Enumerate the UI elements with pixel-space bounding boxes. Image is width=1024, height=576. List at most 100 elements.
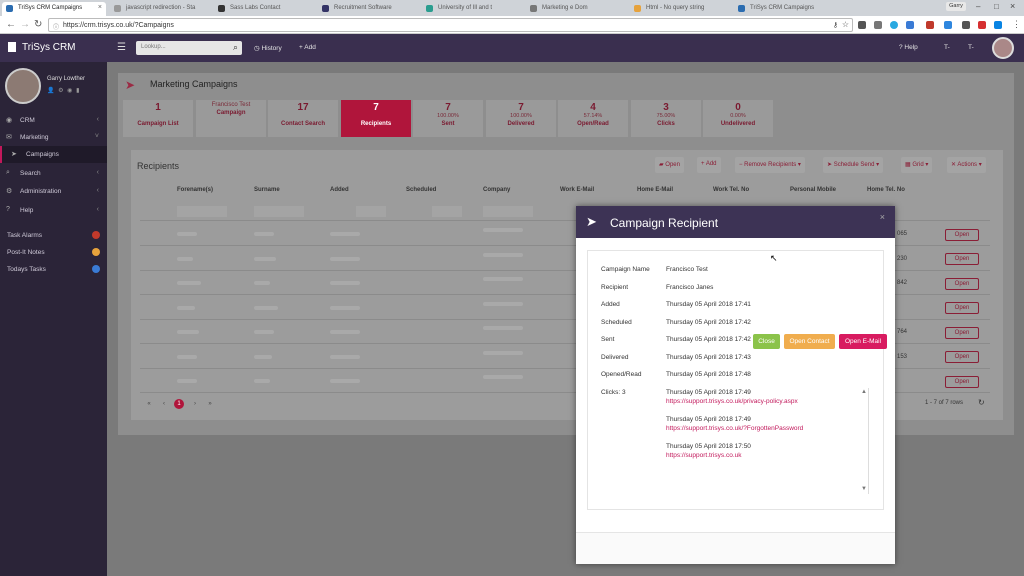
filter-input[interactable] [356,206,386,217]
column-header[interactable]: Home E-Mail [637,187,673,201]
back-arrow-icon[interactable]: ← [6,19,16,30]
tile-campaign[interactable]: Francisco Test Campaign [196,100,266,137]
scroll-up-icon[interactable]: ▲ [861,389,867,395]
close-icon[interactable]: × [880,212,885,222]
column-header[interactable]: Personal Mobile [790,187,836,201]
open-row-button[interactable]: Open [945,376,979,388]
url-input[interactable]: ⓘ https://crm.trisys.co.uk/?Campaigns ⚷ … [48,18,853,32]
column-header[interactable]: Added [330,187,349,201]
schedule-send-button[interactable]: ➤ Schedule Send ▾ [823,157,884,173]
browser-tab[interactable]: TriSys CRM Campaigns × [2,2,106,16]
user-status-icons[interactable]: 👤 ⚙ ◉ ▮ [47,87,80,94]
refresh-icon[interactable]: ↻ [978,398,985,407]
sidebar-item-search[interactable]: ⌕ Search ‹ [0,165,107,182]
history-link[interactable]: ◷ History [254,44,282,52]
search-icon[interactable]: ⌕ [233,42,238,53]
minimize-icon[interactable]: – [976,2,980,11]
browser-tab[interactable]: javascript redirection - Sta [110,2,214,16]
tile-campaign-list[interactable]: 1 Campaign List [123,100,193,137]
open-email-button[interactable]: Open E-Mail [839,334,887,349]
tile-recipients[interactable]: 7 Recipients [341,100,411,137]
browser-tab[interactable]: Sass Labs Contact [214,2,318,16]
hamburger-menu-icon[interactable]: ☰ [117,42,126,53]
extension-icon[interactable] [906,21,914,29]
open-row-button[interactable]: Open [945,327,979,339]
add-recipient-button[interactable]: + Add [697,157,721,173]
open-row-button[interactable]: Open [945,253,979,265]
sidebar-item-crm[interactable]: ◉ CRM ‹ [0,112,107,129]
font-decrease-button[interactable]: T- [944,44,950,51]
scroll-down-icon[interactable]: ▼ [861,486,867,492]
next-page-icon[interactable]: › [190,399,200,409]
key-icon[interactable]: ⚷ [833,21,838,29]
column-header[interactable]: Surname [254,187,280,201]
prev-page-icon[interactable]: ‹ [159,399,169,409]
font-increase-button[interactable]: T- [968,44,974,51]
maximize-icon[interactable]: □ [994,2,999,11]
open-row-button[interactable]: Open [945,278,979,290]
click-url-link[interactable]: https://support.trisys.co.uk/privacy-pol… [666,398,798,405]
tile-undelivered[interactable]: 0 0.00% Undelivered [703,100,773,137]
forward-arrow-icon[interactable]: → [20,19,30,30]
extension-icon[interactable] [978,21,986,29]
filter-input[interactable] [177,206,227,217]
reload-icon[interactable]: ↻ [34,19,42,30]
column-header[interactable]: Work E-Mail [560,187,594,201]
grid-button[interactable]: ▦ Grid ▾ [901,157,933,173]
sidebar-item-campaigns[interactable]: ➤ Campaigns [0,146,107,163]
browser-tab[interactable]: Marketing e Dom [526,2,630,16]
tile-sent[interactable]: 7 100.00% Sent [413,100,483,137]
open-row-button[interactable]: Open [945,229,979,241]
filter-input[interactable] [432,206,462,217]
last-page-icon[interactable]: » [205,399,215,409]
menu-dots-icon[interactable]: ⋮ [1012,19,1021,30]
close-window-icon[interactable]: × [1010,1,1015,11]
remove-recipients-button[interactable]: − Remove Recipients ▾ [735,157,805,173]
column-header[interactable]: Company [483,187,510,201]
close-button[interactable]: Close [753,334,780,349]
browser-tab[interactable]: TriSys CRM Campaigns [734,2,838,16]
skype-icon[interactable] [890,21,898,29]
post-it-notes[interactable]: Post-It Notes [0,244,107,261]
browser-tab[interactable]: University of Ill and t [422,2,526,16]
browser-tab[interactable]: Html - No query string [630,2,734,16]
browser-tab[interactable]: Recruitment Software [318,2,422,16]
extension-icon[interactable] [944,21,952,29]
open-button[interactable]: ▰ Open [655,157,684,173]
tile-contact-search[interactable]: 17 Contact Search [268,100,338,137]
profile-chip[interactable]: Garry [946,2,966,11]
tile-clicks[interactable]: 3 75.00% Clicks [631,100,701,137]
open-contact-button[interactable]: Open Contact [784,334,835,349]
extension-icon[interactable] [994,21,1002,29]
column-header[interactable]: Forename(s) [177,187,213,201]
filter-input[interactable] [483,206,533,217]
brand-logo[interactable]: TriSys CRM [8,42,76,53]
close-icon[interactable]: × [98,4,102,11]
sidebar-item-marketing[interactable]: ✉ Marketing ˅ [0,129,107,146]
filter-input[interactable] [254,206,304,217]
extension-icon[interactable] [926,21,934,29]
open-row-button[interactable]: Open [945,351,979,363]
first-page-icon[interactable]: « [144,399,154,409]
avatar[interactable] [5,68,41,104]
sidebar-item-help[interactable]: ? Help ‹ [0,202,107,219]
tile-delivered[interactable]: 7 100.00% Delivered [486,100,556,137]
column-header[interactable]: Work Tel. No [713,187,749,201]
task-alarms[interactable]: Task Alarms [0,227,107,244]
extension-icon[interactable] [962,21,970,29]
open-row-button[interactable]: Open [945,302,979,314]
click-url-link[interactable]: https://support.trisys.co.uk/?ForgottenP… [666,425,803,432]
lookup-input[interactable]: Lookup... ⌕ [136,41,242,55]
extension-icon[interactable] [858,21,866,29]
actions-button[interactable]: ✕ Actions ▾ [947,157,986,173]
click-url-link[interactable]: https://support.trisys.co.uk [666,452,742,459]
help-link[interactable]: ? Help [899,44,918,51]
avatar[interactable] [992,37,1014,59]
star-icon[interactable]: ☆ [842,20,849,29]
tile-open-read[interactable]: 4 57.14% Open/Read [558,100,628,137]
extension-icon[interactable] [874,21,882,29]
column-header[interactable]: Scheduled [406,187,436,201]
todays-tasks[interactable]: Todays Tasks [0,261,107,278]
column-header[interactable]: Home Tel. No [867,187,905,201]
sidebar-item-administration[interactable]: ⚙ Administration ‹ [0,183,107,200]
